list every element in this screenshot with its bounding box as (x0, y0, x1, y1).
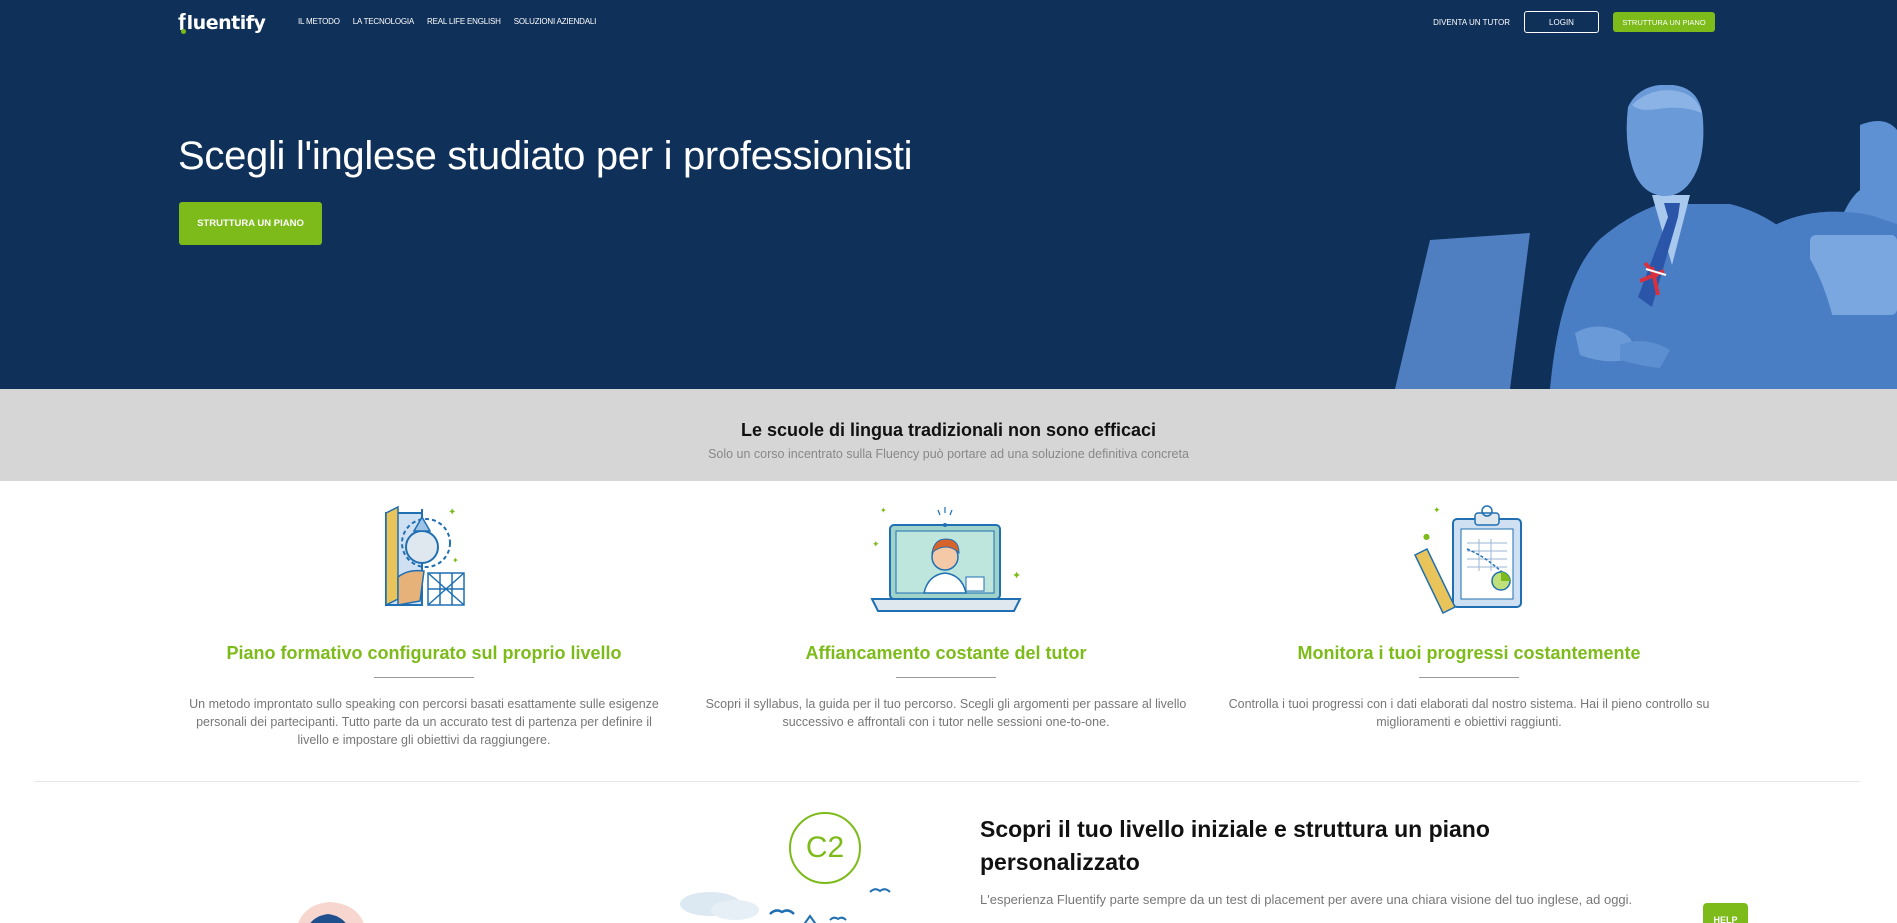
svg-text:✦: ✦ (880, 506, 887, 515)
feature-description: Un metodo improntato sullo speaking con … (189, 697, 659, 747)
svg-text:✦: ✦ (448, 507, 456, 518)
placement-title: Scopri il tuo livello iniziale e struttu… (980, 816, 1490, 875)
hero-title: Scegli l'inglese studiato per i professi… (178, 134, 913, 178)
svg-text:✦: ✦ (872, 540, 880, 550)
feature-title: Affiancamento costante del tutor (805, 643, 1087, 663)
nav-real-life-english[interactable]: REAL LIFE ENGLISH (427, 17, 501, 26)
laptop-tutor-icon: ✦ ✦ ✦ (870, 506, 1022, 612)
logo-wordmark: luentify (186, 11, 266, 34)
feature-title: Piano formativo configurato sul proprio … (226, 643, 622, 663)
help-button[interactable]: HELP (1703, 903, 1748, 923)
plan-builder-icon: ✦ ✦ (385, 505, 465, 607)
feature-title: Monitora i tuoi progressi costantemente (1297, 643, 1641, 663)
nav-soluzioni-aziendali[interactable]: SOLUZIONI AZIENDALI (514, 17, 597, 26)
nav-actions: DIVENTA UN TUTOR LOGIN STRUTTURA UN PIAN… (1433, 11, 1715, 33)
logo-dot-icon (181, 29, 186, 34)
fluentify-logo[interactable]: f luentify (178, 9, 266, 36)
intro-band: Le scuole di lingua tradizionali non son… (0, 389, 1897, 481)
feature-divider (374, 677, 474, 678)
svg-text:✦: ✦ (1433, 506, 1441, 516)
feature-description: Scopri il syllabus, la guida per il tuo … (705, 697, 1187, 729)
hero-section: f luentify IL METODO LA TECNOLOGIA REAL L… (0, 0, 1897, 389)
feature-divider (896, 677, 996, 678)
feature-affiancamento-tutor: ✦ ✦ ✦ Affiancamento costante del tutor S… (701, 503, 1191, 731)
band-subtitle: Solo un corso incentrato sulla Fluency p… (708, 447, 1189, 461)
placement-description: L'esperienza Fluentify parte sempre da u… (980, 892, 1633, 907)
become-tutor-link[interactable]: DIVENTA UN TUTOR (1433, 18, 1510, 27)
login-button[interactable]: LOGIN (1524, 11, 1599, 33)
nav-la-tecnologia[interactable]: LA TECNOLOGIA (353, 17, 414, 26)
band-title: Le scuole di lingua tradizionali non son… (740, 420, 1157, 440)
svg-text:✦: ✦ (452, 556, 459, 565)
svg-text:✦: ✦ (1012, 569, 1021, 582)
feature-piano-formativo: ✦ ✦ Piano formativo configurato sul prop… (179, 503, 669, 749)
top-navbar: f luentify IL METODO LA TECNOLOGIA REAL L… (0, 0, 1897, 44)
nav-il-metodo[interactable]: IL METODO (298, 17, 340, 26)
main-nav: IL METODO LA TECNOLOGIA REAL LIFE ENGLIS… (298, 17, 596, 26)
section-divider (35, 781, 1860, 782)
feature-monitora-progressi: ● ✦ Monitora i tuoi progressi costanteme… (1224, 503, 1714, 731)
feature-divider (1419, 677, 1519, 678)
svg-text:●: ● (1423, 532, 1430, 541)
logo-f-glyph: f (178, 9, 186, 35)
feature-icon-wrap: ✦ ✦ ✦ (701, 503, 1191, 621)
nav-plan-button[interactable]: STRUTTURA UN PIANO (1613, 12, 1715, 32)
feature-description: Controlla i tuoi progressi con i dati el… (1228, 697, 1710, 729)
c2-level-badge: C2 (789, 812, 861, 884)
feature-icon-wrap: ● ✦ (1224, 503, 1714, 621)
businessman-illustration (1395, 85, 1897, 389)
clipboard-progress-icon: ● ✦ (1414, 505, 1522, 615)
feature-icon-wrap: ✦ ✦ (179, 503, 669, 621)
hero-plan-button[interactable]: STRUTTURA UN PIANO (179, 202, 322, 245)
clouds-birds-illustration (298, 888, 891, 923)
